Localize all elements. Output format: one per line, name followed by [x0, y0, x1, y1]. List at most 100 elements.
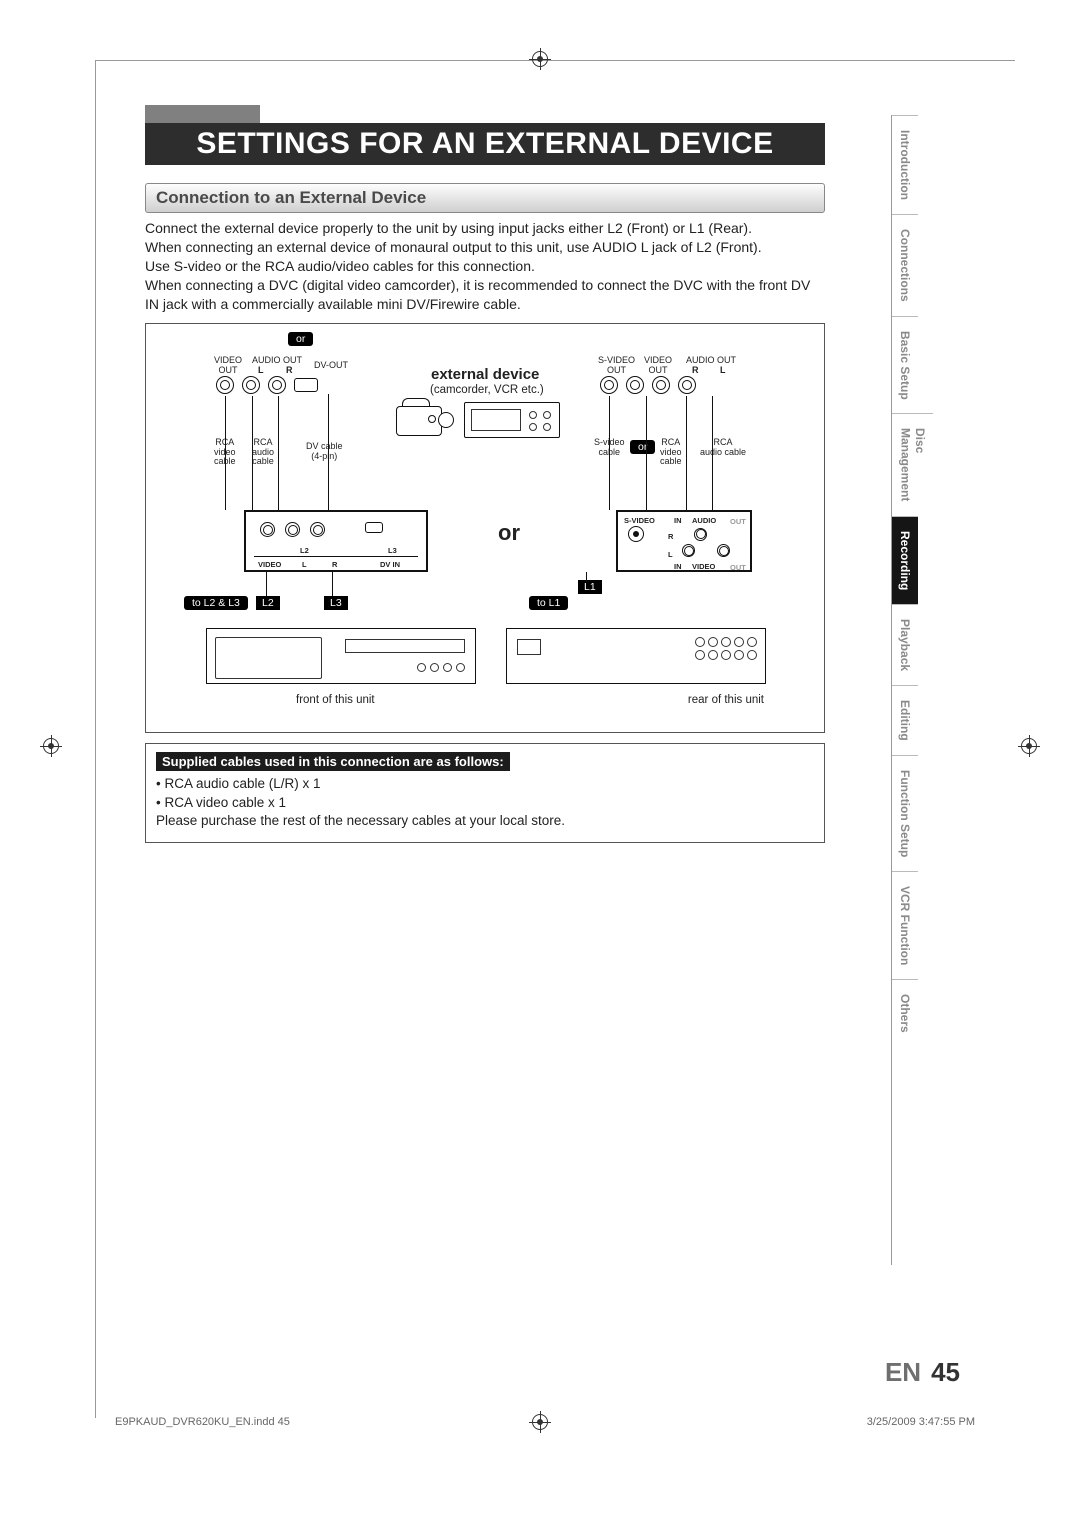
callout-l2: L2 — [256, 596, 280, 610]
wire — [328, 394, 329, 510]
rear-caption: rear of this unit — [688, 694, 764, 706]
leader — [266, 572, 267, 596]
rca-jack-icon — [242, 376, 260, 394]
label-L-r: L — [720, 366, 726, 375]
leader — [586, 572, 587, 582]
intro-p2: When connecting an external device of mo… — [145, 238, 825, 257]
wire — [252, 396, 253, 510]
label-svideo-out: S-VIDEO OUT — [598, 356, 635, 375]
connection-diagram: or VIDEO OUT AUDIO OUT L R DV-OUT RCA vi… — [145, 323, 825, 733]
rca-jack-icon — [717, 544, 730, 557]
rca-jack-icon — [216, 376, 234, 394]
supplied-item2: • RCA video cable x 1 — [156, 794, 814, 812]
rca-jack-icon — [268, 376, 286, 394]
footer-left: E9PKAUD_DVR620KU_EN.indd 45 — [115, 1416, 290, 1428]
label-video: VIDEO — [258, 560, 281, 569]
page-lang: EN — [885, 1357, 921, 1387]
label-video: VIDEO — [692, 562, 715, 571]
label-R-r: R — [692, 366, 699, 375]
rca-jack-icon — [626, 376, 644, 394]
camcorder-icon — [396, 406, 442, 436]
intro-p3: Use S-video or the RCA audio/video cable… — [145, 257, 825, 276]
tab-connections[interactable]: Connections — [892, 214, 918, 316]
label-R: R — [286, 366, 293, 375]
unit-rear-icon — [506, 628, 766, 684]
page: SETTINGS FOR AN EXTERNAL DEVICE Connecti… — [0, 0, 1080, 1528]
intro-p1: Connect the external device properly to … — [145, 219, 825, 238]
supplied-cables-card: Supplied cables used in this connection … — [145, 743, 825, 843]
callout-l1: L1 — [578, 580, 602, 594]
label-dv-in: DV IN — [380, 560, 400, 569]
wire — [609, 396, 610, 510]
external-device-label: external device — [431, 366, 539, 383]
page-num-value: 45 — [931, 1357, 960, 1387]
registration-mark-icon — [1018, 735, 1040, 757]
content-column: SETTINGS FOR AN EXTERNAL DEVICE Connecti… — [145, 105, 825, 843]
big-or-label: or — [498, 520, 520, 546]
wire — [225, 396, 226, 510]
rear-panel-zoom: S-VIDEO IN AUDIO OUT R L IN VIDEO — [616, 510, 752, 572]
registration-mark-icon — [529, 1411, 551, 1433]
tab-disc-management[interactable]: Disc Management — [892, 413, 933, 515]
right-jacks — [600, 376, 696, 394]
supplied-item1: • RCA audio cable (L/R) x 1 — [156, 775, 814, 793]
or-pill-top: or — [288, 332, 313, 346]
label-in: IN — [674, 516, 682, 525]
vcr-icon — [464, 402, 560, 438]
registration-mark-icon — [40, 735, 62, 757]
label-out: OUT — [730, 517, 746, 526]
rca-jack-icon — [682, 544, 695, 557]
label-R: R — [668, 532, 673, 541]
label-out: OUT — [730, 563, 746, 572]
label-L: L — [302, 560, 307, 569]
tab-introduction[interactable]: Introduction — [892, 115, 918, 214]
label-video-out-r: VIDEO OUT — [644, 356, 672, 375]
dv-port-icon — [294, 378, 318, 392]
rca-jack-icon — [310, 522, 325, 537]
label-rca-audio-cable: RCA audio cable — [252, 438, 274, 466]
rca-jack-icon — [678, 376, 696, 394]
left-jacks — [216, 376, 318, 394]
leader — [332, 572, 333, 596]
footer-right: 3/25/2009 3:47:55 PM — [867, 1416, 975, 1428]
label-audio: AUDIO — [692, 516, 716, 525]
crop-line-top — [95, 60, 1015, 61]
tab-vcr-function[interactable]: VCR Function — [892, 871, 918, 979]
side-tabs: Introduction Connections Basic Setup Dis… — [891, 115, 975, 1265]
tab-function-setup[interactable]: Function Setup — [892, 755, 918, 871]
front-panel-zoom: L2 L3 VIDEO L R DV IN — [244, 510, 428, 572]
supplied-note: Please purchase the rest of the necessar… — [156, 812, 814, 830]
rca-jack-icon — [260, 522, 275, 537]
title-bar: SETTINGS FOR AN EXTERNAL DEVICE — [145, 105, 825, 171]
label-rca-audio-cable-r: RCA audio cable — [700, 438, 746, 457]
rca-jack-icon — [694, 528, 707, 541]
dv-port-icon — [365, 522, 383, 533]
tab-recording[interactable]: Recording — [892, 516, 918, 604]
svideo-jack-icon — [600, 376, 618, 394]
label-svideo: S-VIDEO — [624, 516, 655, 525]
page-number: EN 45 — [885, 1357, 960, 1388]
tab-editing[interactable]: Editing — [892, 685, 918, 755]
tab-others[interactable]: Others — [892, 979, 918, 1047]
label-L: L — [668, 550, 673, 559]
tab-basic-setup[interactable]: Basic Setup — [892, 316, 918, 414]
wire — [278, 396, 279, 510]
intro-p4: When connecting a DVC (digital video cam… — [145, 276, 825, 314]
supplied-header: Supplied cables used in this connection … — [156, 752, 510, 771]
label-L: L — [258, 366, 264, 375]
crop-line-left — [95, 60, 96, 1418]
callout-to-l2-l3: to L2 & L3 — [184, 596, 248, 610]
unit-front-icon — [206, 628, 476, 684]
section-header: Connection to an External Device — [145, 183, 825, 213]
front-caption: front of this unit — [296, 694, 375, 706]
registration-mark-icon — [529, 48, 551, 70]
label-video-out: VIDEO OUT — [214, 356, 242, 375]
rca-jack-icon — [285, 522, 300, 537]
label-L3: L3 — [388, 546, 397, 555]
tab-management-label: Management — [898, 428, 912, 501]
external-device-sublabel: (camcorder, VCR etc.) — [430, 384, 544, 396]
label-rca-video-cable-r: RCA video cable — [660, 438, 682, 466]
wire — [646, 396, 647, 510]
or-pill-mid: or — [630, 440, 655, 454]
tab-playback[interactable]: Playback — [892, 604, 918, 685]
